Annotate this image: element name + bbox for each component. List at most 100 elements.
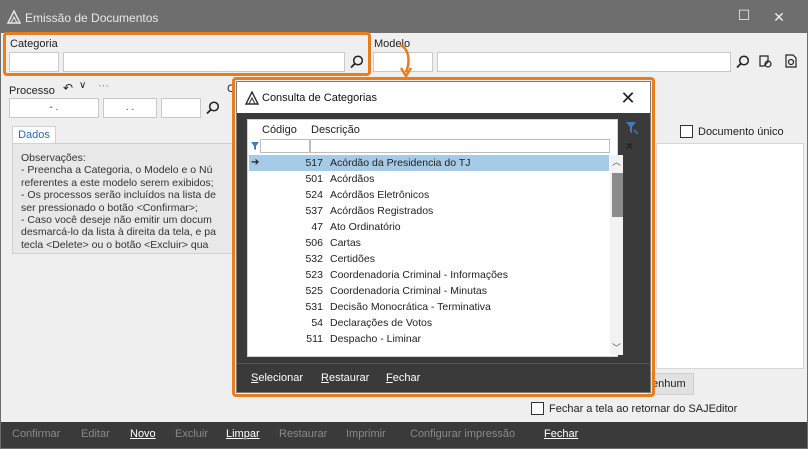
fechar-button[interactable]: Fechar <box>544 428 578 440</box>
restaurar-rest: estaurar <box>328 372 370 384</box>
close-icon[interactable]: ✕ <box>761 1 797 33</box>
row-code: 523 <box>305 269 323 281</box>
row-description: Cartas <box>330 237 361 249</box>
processo-part-1-input[interactable]: - . <box>9 98 99 118</box>
editar-button[interactable]: Editar <box>81 428 110 440</box>
main-toolbar: Confirmar Editar Novo Excluir Limpar Res… <box>1 422 807 448</box>
table-row[interactable]: 506 Cartas <box>249 235 609 251</box>
modelo-edit-icon[interactable] <box>757 53 773 69</box>
observacoes-line: - Preencha a Categoria, o Modelo e o Nú <box>21 164 213 177</box>
scroll-thumb[interactable] <box>612 173 623 217</box>
filter-row-icon <box>251 142 259 150</box>
table-row[interactable]: 525 Coordenadoria Criminal - Minutas <box>249 283 609 299</box>
observacoes-panel: Observações: - Preencha a Categoria, o M… <box>12 143 244 254</box>
row-description: Acórdãos Registrados <box>330 205 434 217</box>
filter-icon[interactable] <box>626 122 638 134</box>
grid-rows: ➔ 517 Acórdão da Presidencia do TJ 501 Acórd… <box>249 155 609 355</box>
app-logo-icon <box>7 10 21 24</box>
fechar-dialog-button[interactable]: Fechar <box>386 372 420 384</box>
row-code: 537 <box>305 205 323 217</box>
row-description: Coordenadoria Criminal - Minutas <box>330 285 487 297</box>
window-title: Emissão de Documentos <box>25 11 159 25</box>
modelo-desc-input[interactable] <box>437 52 731 72</box>
observacoes-line: referentes a este modelo serem exibidos; <box>21 176 214 189</box>
current-row-arrow-icon: ➔ <box>251 157 260 168</box>
imprimir-button[interactable]: Imprimir <box>346 428 386 440</box>
table-row[interactable]: 47 Ato Ordinatório <box>249 219 609 235</box>
scroll-down-icon[interactable]: ﹀ <box>610 341 623 355</box>
table-row[interactable]: 531 Decisão Monocrática - Terminativa <box>249 299 609 315</box>
row-code: 524 <box>305 189 323 201</box>
restaurar-button[interactable]: Restaurar <box>279 428 327 440</box>
observacoes-line: - Os processos serão incluídos na lista … <box>21 189 216 202</box>
fechar-tela-checkbox[interactable] <box>531 402 544 415</box>
novo-button[interactable]: Novo <box>130 428 156 440</box>
processo-part-2-input[interactable]: . . <box>103 98 157 118</box>
selecionar-button[interactable]: Selecionar <box>251 372 303 384</box>
dialog-footer: Selecionar Restaurar Fechar <box>237 363 650 392</box>
processo-part-3-input[interactable] <box>161 98 201 118</box>
row-description: Acórdãos <box>330 173 375 185</box>
row-description: Declarações de Votos <box>330 317 433 329</box>
restaurar-dialog-button[interactable]: Restaurar <box>321 372 369 384</box>
table-row[interactable]: 501 Acórdãos <box>249 171 609 187</box>
table-row[interactable]: 54 Declarações de Votos <box>249 315 609 331</box>
observacoes-line: - Caso você deseje não emitir um docum <box>21 214 212 227</box>
table-row[interactable]: ➔ 517 Acórdão da Presidencia do TJ <box>249 155 609 171</box>
configurar-impressao-button[interactable]: Configurar impressão <box>410 428 515 440</box>
tab-dados[interactable]: Dados <box>12 126 56 144</box>
row-description: Despacho - Liminar <box>330 333 422 345</box>
undo-icon[interactable]: ↶ <box>63 81 73 95</box>
row-code: 506 <box>305 237 323 249</box>
filter-descricao-input[interactable] <box>310 139 610 153</box>
excluir-button[interactable]: Excluir <box>175 428 208 440</box>
row-description: Coordenadoria Criminal - Informações <box>330 269 508 281</box>
dialog-title-bar: Consulta de Categorias ✕ <box>237 82 650 113</box>
selecionar-rest: elecionar <box>258 372 303 384</box>
row-code: 525 <box>305 285 323 297</box>
processo-search-icon[interactable] <box>205 100 221 116</box>
row-code: 47 <box>311 221 323 233</box>
fechar-tela-label: Fechar a tela ao retornar do SAJEditor <box>549 403 738 415</box>
modelo-preview-icon[interactable] <box>783 53 799 69</box>
table-row[interactable]: 524 Acórdãos Eletrônicos <box>249 187 609 203</box>
documento-unico-checkbox[interactable] <box>680 125 693 138</box>
more-icon[interactable]: ⋯ <box>98 79 109 92</box>
row-code: 54 <box>311 317 323 329</box>
row-description: Acórdãos Eletrônicos <box>330 189 430 201</box>
row-description: Decisão Monocrática - Terminativa <box>330 301 491 313</box>
row-description: Ato Ordinatório <box>330 221 401 233</box>
documento-unico-label: Documento único <box>698 126 784 138</box>
limpar-button[interactable]: Limpar <box>226 428 260 440</box>
dialog-close-icon[interactable]: ✕ <box>617 87 639 109</box>
dialog-body: Código Descrição ➔ 517 Acórdão da Presiden… <box>237 113 650 363</box>
clear-filter-icon[interactable]: × <box>626 139 633 153</box>
row-description: Acórdão da Presidencia do TJ <box>330 157 471 169</box>
scroll-up-icon[interactable]: ︿ <box>610 155 623 169</box>
grid-scrollbar[interactable]: ︿ ﹀ <box>610 155 623 355</box>
col-descricao-header[interactable]: Descrição <box>311 124 360 136</box>
observacoes-line: desmarcá-lo da lista à direita da tela, … <box>21 226 216 239</box>
document-list-panel <box>656 143 804 369</box>
row-description: Certidões <box>330 253 375 265</box>
confirmar-button[interactable]: Confirmar <box>12 428 60 440</box>
row-code: 511 <box>306 333 323 345</box>
modelo-search-icon[interactable] <box>735 54 751 70</box>
table-row[interactable]: 511 Despacho - Liminar <box>249 331 609 347</box>
chevron-down-icon[interactable]: ∨ <box>79 80 86 91</box>
filter-codigo-input[interactable] <box>260 139 310 153</box>
categoria-highlight <box>3 32 371 76</box>
maximize-icon[interactable]: ☐ <box>726 0 762 31</box>
row-code: 532 <box>305 253 323 265</box>
row-code: 531 <box>305 301 323 313</box>
col-codigo-header[interactable]: Código <box>262 124 297 136</box>
table-row[interactable]: 532 Certidões <box>249 251 609 267</box>
table-row[interactable]: 537 Acórdãos Registrados <box>249 203 609 219</box>
table-row[interactable]: 523 Coordenadoria Criminal - Informações <box>249 267 609 283</box>
consulta-categorias-dialog: Consulta de Categorias ✕ Código Descriçã… <box>236 81 651 393</box>
processo-label: Processo <box>9 85 55 97</box>
observacoes-line: Observações: <box>21 152 86 164</box>
categorias-grid: Código Descrição ➔ 517 Acórdão da Presiden… <box>247 119 623 357</box>
dialog-title: Consulta de Categorias <box>262 92 377 104</box>
fechar-rest: echar <box>392 372 421 384</box>
